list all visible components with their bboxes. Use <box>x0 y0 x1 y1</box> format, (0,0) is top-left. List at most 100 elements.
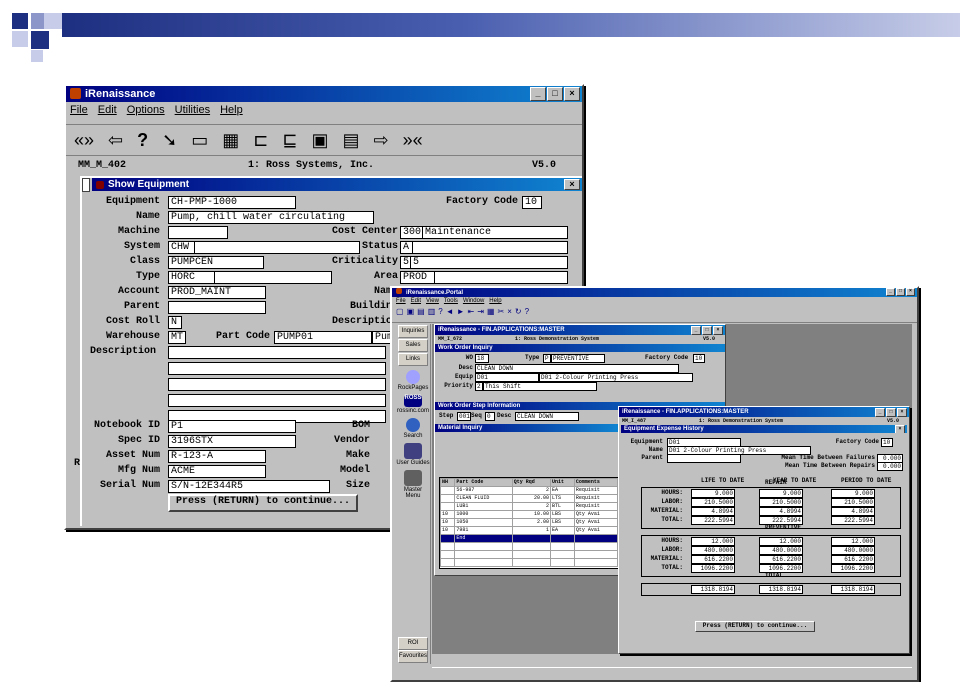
fin-title-bar[interactable]: iRenaissance - FIN.APPLICATIONS:MASTER _… <box>435 325 725 335</box>
cost-center-code-field[interactable]: 300 <box>400 226 424 239</box>
menu-options[interactable]: Options <box>127 102 165 118</box>
menu-file[interactable]: File <box>70 102 88 118</box>
portal-menu-tools[interactable]: Tools <box>444 297 458 306</box>
notebook-id-field[interactable]: P1 <box>168 420 296 433</box>
minimize-button[interactable]: _ <box>530 87 546 101</box>
status-desc-field[interactable] <box>412 241 568 254</box>
user-guides-icon[interactable] <box>404 443 422 459</box>
first-record-icon[interactable]: «» <box>74 130 94 151</box>
expense-value-field[interactable]: 9.000 <box>831 489 875 498</box>
step-field[interactable]: 001 <box>457 412 471 421</box>
portal-maximize-button[interactable]: □ <box>896 288 905 296</box>
expense-dialog-title-bar[interactable]: Equipment Expense History × <box>621 425 907 433</box>
refresh-icon[interactable]: ↻ <box>515 307 522 321</box>
sidebar-tab-links[interactable]: Links <box>398 353 428 366</box>
expense-value-field[interactable]: 4.8994 <box>691 507 735 516</box>
area-field[interactable]: PROD <box>400 271 436 284</box>
print-icon[interactable]: ▭ <box>191 130 208 151</box>
expense-maximize-button[interactable]: □ <box>886 408 896 417</box>
wo-priority-desc-field[interactable]: This Shift <box>483 382 597 391</box>
sidebar-item-rockpages[interactable]: RockPages <box>396 385 430 391</box>
back-arrow-icon[interactable]: ⇦ <box>108 130 123 151</box>
seq-field[interactable]: 0 <box>485 412 495 421</box>
wo-factory-field[interactable]: 10 <box>693 354 705 363</box>
insert-icon[interactable]: ⊏ <box>253 130 268 151</box>
col-nh[interactable]: NH <box>439 478 456 487</box>
wo-equip-desc-field[interactable]: D01 2-Colour Printing Press <box>539 373 693 382</box>
material-row[interactable]: End <box>439 534 619 543</box>
wo-desc-field[interactable]: CLEAN DOWN <box>475 364 679 373</box>
mtbr-field[interactable]: 0.000 <box>877 462 903 471</box>
sidebar-item-ross[interactable]: ROSS <box>396 395 430 408</box>
menu-utilities[interactable]: Utilities <box>175 102 210 118</box>
expense-value-field[interactable]: 222.5994 <box>831 516 875 525</box>
expense-value-field[interactable]: 1318.8194 <box>759 585 803 594</box>
expense-value-field[interactable]: 480.0000 <box>691 546 735 555</box>
expense-value-field[interactable]: 616.2200 <box>759 555 803 564</box>
wo-field[interactable]: 18 <box>475 354 489 363</box>
expense-value-field[interactable]: 9.000 <box>691 489 735 498</box>
material-row[interactable]: LUB1 2 BTL Requisit <box>439 502 619 511</box>
part-code-field[interactable]: PUMP01 <box>274 331 372 344</box>
expense-value-field[interactable]: 222.5994 <box>691 516 735 525</box>
sidebar-tab-sales[interactable]: Sales <box>398 339 428 352</box>
portal-menu-view[interactable]: View <box>426 297 439 306</box>
folder-icon[interactable]: ▥ <box>428 307 436 321</box>
expense-value-field[interactable]: 12.000 <box>831 537 875 546</box>
expense-value-field[interactable]: 1318.8194 <box>691 585 735 594</box>
search-icon[interactable] <box>406 418 420 432</box>
mfg-num-field[interactable]: ACME <box>168 465 266 478</box>
last-icon[interactable]: ⇥ <box>477 307 484 321</box>
dialog-title-bar[interactable]: Show Equipment × <box>92 178 582 191</box>
dialog-close-button[interactable]: × <box>564 179 580 190</box>
question-icon[interactable]: ? <box>525 307 529 321</box>
first-icon[interactable]: ⇤ <box>468 307 475 321</box>
description-line-2[interactable] <box>168 362 386 375</box>
expense-value-field[interactable]: 12.000 <box>759 537 803 546</box>
criticality-desc-field[interactable]: 5 <box>410 256 568 269</box>
fin-minimize-button[interactable]: _ <box>691 326 701 335</box>
equipment-field[interactable]: CH-PMP-1000 <box>168 196 296 209</box>
material-empty-row[interactable] <box>439 558 619 567</box>
sidebar-item-user-guides[interactable]: User Guides <box>396 460 430 466</box>
system-desc-field[interactable] <box>194 241 360 254</box>
portal-menu-edit[interactable]: Edit <box>411 297 421 306</box>
col-part-code[interactable]: Part Code <box>454 478 513 487</box>
title-bar[interactable]: iRenaissance _ □ × <box>66 86 582 102</box>
col-comments[interactable]: Comments <box>573 478 619 487</box>
portal-close-button[interactable]: × <box>906 288 915 296</box>
fin-close-button[interactable]: × <box>713 326 723 335</box>
col-qty-rqd[interactable]: Qty Rqd <box>511 478 552 487</box>
expense-value-field[interactable]: 4.8994 <box>831 507 875 516</box>
asset-num-field[interactable]: R-123-A <box>168 450 266 463</box>
find-icon[interactable]: ▦ <box>487 307 495 321</box>
expense-value-field[interactable]: 210.5000 <box>759 498 803 507</box>
cut-icon[interactable]: ✂ <box>498 307 505 321</box>
menu-help[interactable]: Help <box>220 102 243 118</box>
screen-icon[interactable]: ▣ <box>311 130 328 151</box>
serial-num-field[interactable]: S/N-12E344R5 <box>168 480 330 493</box>
expense-minimize-button[interactable]: _ <box>875 408 885 417</box>
material-row[interactable]: 10 1000 10.00 LBS Qty Avai <box>439 510 619 519</box>
expense-value-field[interactable]: 222.5994 <box>759 516 803 525</box>
portal-menu-window[interactable]: Window <box>463 297 484 306</box>
maximize-button[interactable]: □ <box>547 87 563 101</box>
portal-title-bar[interactable]: iRenaissance.Portal _ □ × <box>392 288 917 297</box>
parent-field[interactable] <box>168 301 266 314</box>
fin-maximize-button[interactable]: □ <box>702 326 712 335</box>
sidebar-item-rossinc[interactable]: rossinc.com <box>396 408 430 414</box>
window-icon[interactable]: ▤ <box>342 130 359 151</box>
expense-window-title-bar[interactable]: iRenaissance - FIN.APPLICATIONS:MASTER _… <box>619 407 909 417</box>
machine-field[interactable] <box>168 226 228 239</box>
expense-value-field[interactable]: 4.8994 <box>759 507 803 516</box>
expense-value-field[interactable]: 616.2200 <box>831 555 875 564</box>
back-icon[interactable]: ◄ <box>446 307 454 321</box>
expense-value-field[interactable]: 1096.2200 <box>759 564 803 573</box>
expense-value-field[interactable]: 480.0000 <box>759 546 803 555</box>
pointer-icon[interactable]: ➘ <box>162 130 177 151</box>
description-line-1[interactable] <box>168 346 386 359</box>
cost-center-name-field[interactable]: Maintenance <box>422 226 568 239</box>
expense-value-field[interactable]: 1096.2200 <box>831 564 875 573</box>
menu-edit[interactable]: Edit <box>98 102 117 118</box>
account-field[interactable]: PROD_MAINT <box>168 286 266 299</box>
